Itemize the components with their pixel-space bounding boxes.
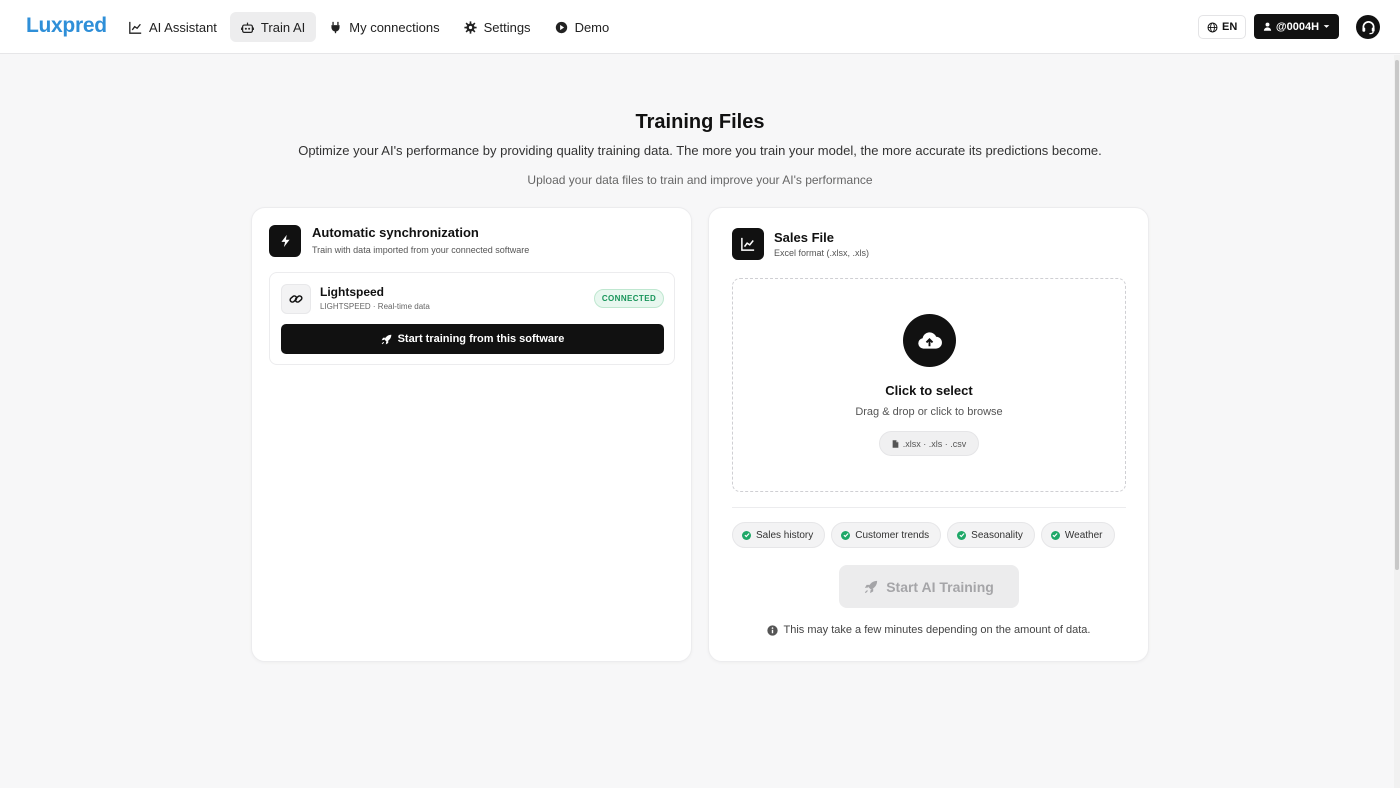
globe-icon: [1207, 22, 1218, 32]
rocket-icon: [381, 334, 391, 344]
sales-file-title: Sales File: [774, 230, 834, 245]
connection-meta: LIGHTSPEED · Real-time data: [320, 302, 430, 311]
start-training-from-software-label: Start training from this software: [397, 333, 565, 345]
file-icon: [892, 439, 899, 448]
cloud-upload-icon: [918, 332, 942, 349]
tag-label: Weather: [1064, 529, 1103, 541]
data-type-tags: Sales history Customer trends Seasonalit…: [732, 522, 1115, 548]
start-ai-training-button[interactable]: Start AI Training: [839, 565, 1019, 608]
connection-status-badge: CONNECTED: [594, 289, 664, 308]
auto-sync-title: Automatic synchronization: [312, 225, 479, 240]
nav-train-ai-label: Train AI: [260, 19, 306, 35]
info-icon: [766, 624, 778, 636]
play-circle-icon: [555, 21, 567, 33]
file-dropzone[interactable]: Click to select Drag & drop or click to …: [732, 278, 1126, 492]
dropzone-title: Click to select: [885, 383, 973, 398]
tag-label: Sales history: [756, 529, 814, 541]
plug-icon: [331, 21, 340, 33]
nav-settings[interactable]: Settings: [453, 12, 542, 42]
nav-ai-assistant[interactable]: AI Assistant: [118, 12, 228, 42]
start-ai-training-label: Start AI Training: [886, 578, 994, 595]
support-button[interactable]: [1356, 15, 1380, 39]
sales-file-icon-box: [732, 228, 764, 260]
main-nav: AI Assistant Train AI My connections Set…: [118, 12, 620, 42]
page-subtitle: Optimize your AI's performance by provid…: [298, 143, 1102, 158]
user-menu-button[interactable]: @0004H: [1254, 14, 1339, 39]
sales-file-card: Sales File Excel format (.xlsx, .xls) Cl…: [708, 207, 1149, 662]
tag-label: Customer trends: [855, 529, 930, 541]
chart-line-icon: [129, 21, 142, 34]
sales-file-subtitle: Excel format (.xlsx, .xls): [774, 248, 870, 258]
user-icon: [1263, 22, 1272, 31]
connection-name: Lightspeed: [320, 285, 385, 299]
tag-customer-trends: Customer trends: [831, 522, 942, 548]
auto-sync-card: Automatic synchronization Train with dat…: [251, 207, 692, 662]
page-hint: Upload your data files to train and impr…: [527, 173, 873, 187]
nav-demo[interactable]: Demo: [544, 12, 621, 42]
tag-label: Seasonality: [971, 529, 1023, 541]
nav-ai-assistant-label: AI Assistant: [149, 19, 217, 35]
robot-icon: [240, 22, 254, 33]
nav-settings-label: Settings: [483, 19, 531, 35]
nav-my-connections-label: My connections: [349, 19, 440, 35]
tag-seasonality: Seasonality: [947, 522, 1035, 548]
check-circle-icon: [841, 530, 851, 540]
rocket-icon: [865, 580, 878, 593]
connection-item-lightspeed: Lightspeed LIGHTSPEED · Real-time data C…: [269, 272, 675, 365]
auto-sync-subtitle: Train with data imported from your conne…: [312, 245, 530, 255]
dropzone-subtitle: Drag & drop or click to browse: [855, 406, 1003, 418]
nav-demo-label: Demo: [574, 19, 610, 35]
upload-button[interactable]: [903, 314, 956, 367]
tag-weather: Weather: [1040, 522, 1115, 548]
headset-icon: [1361, 20, 1375, 34]
bolt-icon: [280, 234, 290, 248]
top-header: Luxpred AI Assistant Train AI My connect…: [0, 0, 1400, 54]
connection-icon-box: [281, 284, 311, 314]
page-title: Training Files: [635, 111, 765, 133]
caret-down-icon: [1323, 25, 1330, 28]
chart-line-icon: [741, 237, 755, 251]
language-label: EN: [1222, 21, 1238, 33]
user-handle: @0004H: [1275, 20, 1320, 33]
training-duration-note-text: This may take a few minutes depending on…: [783, 624, 1091, 636]
page-scrollbar-thumb[interactable]: [1395, 60, 1399, 570]
check-circle-icon: [1050, 530, 1060, 540]
training-duration-note: This may take a few minutes depending on…: [709, 624, 1148, 636]
section-divider: [732, 507, 1126, 508]
auto-sync-icon-box: [269, 225, 301, 257]
app-logo[interactable]: Luxpred: [26, 14, 107, 38]
tag-sales-history: Sales history: [732, 522, 826, 548]
gear-icon: [463, 20, 477, 34]
accepted-formats-badge: .xlsx · .xls · .csv: [879, 431, 979, 456]
check-circle-icon: [742, 530, 751, 540]
nav-my-connections[interactable]: My connections: [318, 12, 450, 42]
check-circle-icon: [957, 530, 967, 540]
link-icon: [289, 295, 303, 303]
nav-train-ai[interactable]: Train AI: [229, 12, 317, 42]
start-training-from-software-button[interactable]: Start training from this software: [281, 324, 664, 354]
language-selector[interactable]: EN: [1198, 15, 1247, 39]
accepted-formats-label: .xlsx · .xls · .csv: [902, 438, 967, 449]
